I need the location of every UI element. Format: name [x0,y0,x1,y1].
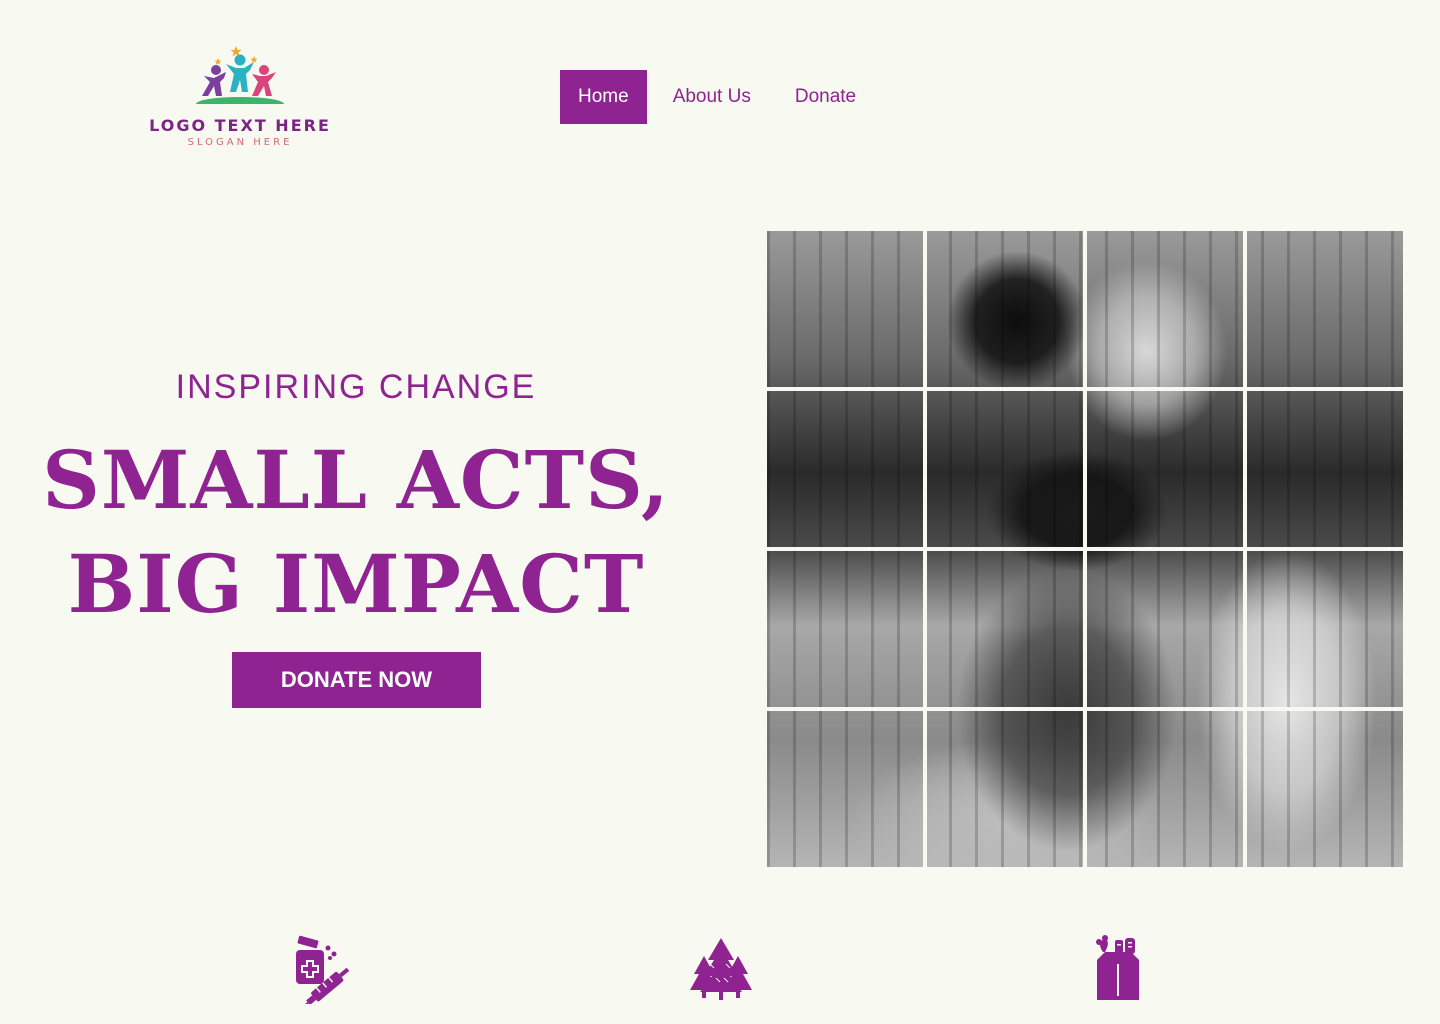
medicine-icon [288,934,358,1004]
photo-tile [1247,551,1403,707]
logo-slogan: SLOGAN HERE [187,137,293,148]
nav-item-donate[interactable]: Donate [777,70,874,124]
hero-title: SMALL ACTS, BIG IMPACT [30,428,682,636]
photo-tile [1087,711,1243,867]
photo-tile [767,231,923,387]
photo-tile [1087,391,1243,547]
hero-title-line-2: BIG IMPACT [67,537,645,631]
photo-tile [927,551,1083,707]
photo-tile [1247,711,1403,867]
people-logo-icon [194,46,286,112]
hero-kicker: INSPIRING CHANGE [175,368,537,406]
logo-text: LOGO TEXT HERE [149,116,331,135]
photo-tile [1247,231,1403,387]
volunteer-photo-grid [767,231,1403,867]
hero-title-line-1: SMALL ACTS, [42,433,670,527]
grocery-bag-icon [1083,934,1153,1004]
photo-tile [927,231,1083,387]
donate-now-button[interactable]: DONATE NOW [232,652,481,708]
photo-tile [767,711,923,867]
photo-tile [1247,391,1403,547]
trees-icon [686,934,756,1004]
photo-tile [1087,231,1243,387]
logo[interactable]: LOGO TEXT HERE SLOGAN HERE [140,42,340,154]
photo-tile [1087,551,1243,707]
nav-item-about-us[interactable]: About Us [655,70,769,124]
photo-tile [927,391,1083,547]
photo-tile [767,391,923,547]
photo-tile [767,551,923,707]
photo-tile [927,711,1083,867]
nav-item-home[interactable]: Home [560,70,647,124]
main-nav: Home About Us Donate [560,70,874,124]
